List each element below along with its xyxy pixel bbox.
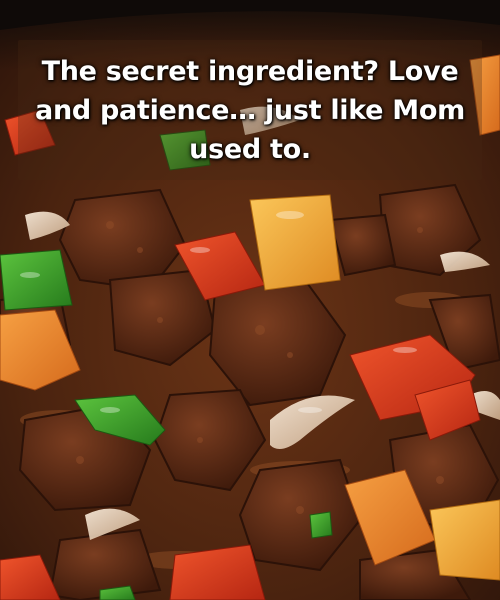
overlay-caption: The secret ingredient? Love and patience… <box>35 56 465 165</box>
image-frame: The secret ingredient? Love and patience… <box>0 0 500 600</box>
